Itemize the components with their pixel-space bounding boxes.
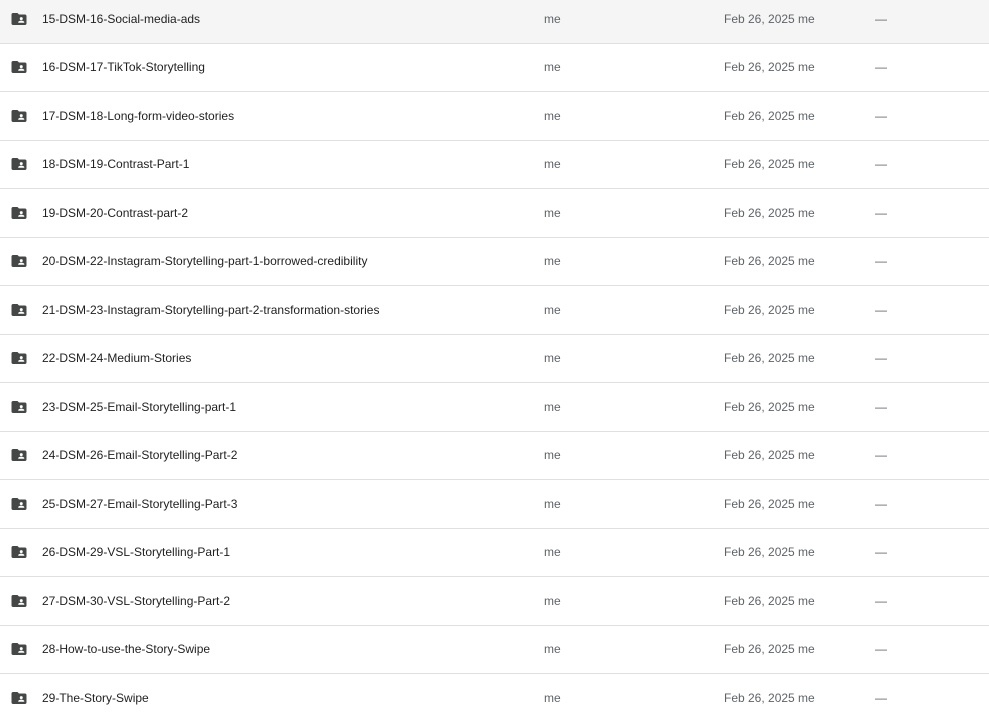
file-name[interactable]: 22-DSM-24-Medium-Stories xyxy=(42,335,191,383)
file-last-modified: Feb 26, 2025 me xyxy=(724,448,815,463)
file-owner: me xyxy=(544,60,561,75)
file-size: — xyxy=(875,302,887,317)
shared-folder-icon xyxy=(10,286,28,334)
file-owner: me xyxy=(544,351,561,366)
file-size: — xyxy=(875,690,887,705)
shared-folder-icon xyxy=(10,0,28,43)
file-row[interactable]: 22-DSM-24-Medium-Stories me Feb 26, 2025 m… xyxy=(0,335,989,383)
file-size: — xyxy=(875,399,887,414)
file-row[interactable]: 19-DSM-20-Contrast-part-2 me Feb 26, 2025 … xyxy=(0,189,989,238)
file-last-modified: Feb 26, 2025 me xyxy=(724,399,815,414)
file-size: — xyxy=(875,545,887,560)
file-last-modified: Feb 26, 2025 me xyxy=(724,108,815,123)
file-owner: me xyxy=(544,545,561,560)
file-last-modified: Feb 26, 2025 me xyxy=(724,11,815,26)
file-owner: me xyxy=(544,642,561,657)
file-owner: me xyxy=(544,593,561,608)
file-row[interactable]: 18-DSM-19-Contrast-Part-1 me Feb 26, 2025 … xyxy=(0,141,989,189)
file-last-modified: Feb 26, 2025 me xyxy=(724,642,815,657)
file-owner: me xyxy=(544,205,561,220)
file-name[interactable]: 17-DSM-18-Long-form-video-stories xyxy=(42,92,234,140)
shared-folder-icon xyxy=(10,141,28,189)
file-last-modified: Feb 26, 2025 me xyxy=(724,205,815,220)
file-last-modified: Feb 26, 2025 me xyxy=(724,254,815,269)
file-row[interactable]: 26-DSM-29-VSL-Storytelling-Part-1 me Feb 2… xyxy=(0,529,989,577)
shared-folder-icon xyxy=(10,238,28,286)
file-name[interactable]: 20-DSM-22-Instagram-Storytelling-part-1-… xyxy=(42,238,367,286)
shared-folder-icon xyxy=(10,529,28,577)
shared-folder-icon xyxy=(10,626,28,674)
file-owner: me xyxy=(544,399,561,414)
shared-folder-icon xyxy=(10,189,28,237)
file-row[interactable]: 23-DSM-25-Email-Storytelling-part-1 me Feb… xyxy=(0,383,989,432)
file-owner: me xyxy=(544,108,561,123)
file-owner: me xyxy=(544,302,561,317)
file-size: — xyxy=(875,60,887,75)
file-name[interactable]: 19-DSM-20-Contrast-part-2 xyxy=(42,189,188,237)
file-row[interactable]: 27-DSM-30-VSL-Storytelling-Part-2 me Feb 2… xyxy=(0,577,989,626)
shared-folder-icon xyxy=(10,674,28,714)
file-name[interactable]: 15-DSM-16-Social-media-ads xyxy=(42,0,200,43)
file-size: — xyxy=(875,351,887,366)
shared-folder-icon xyxy=(10,44,28,92)
file-last-modified: Feb 26, 2025 me xyxy=(724,351,815,366)
shared-folder-icon xyxy=(10,577,28,625)
file-size: — xyxy=(875,448,887,463)
shared-folder-icon xyxy=(10,92,28,140)
file-size: — xyxy=(875,642,887,657)
file-row[interactable]: 29-The-Story-Swipe me Feb 26, 2025 me — xyxy=(0,674,989,714)
file-last-modified: Feb 26, 2025 me xyxy=(724,545,815,560)
file-row[interactable]: 24-DSM-26-Email-Storytelling-Part-2 me Feb… xyxy=(0,432,989,480)
file-name[interactable]: 26-DSM-29-VSL-Storytelling-Part-1 xyxy=(42,529,230,577)
file-size: — xyxy=(875,593,887,608)
file-owner: me xyxy=(544,448,561,463)
file-last-modified: Feb 26, 2025 me xyxy=(724,60,815,75)
file-owner: me xyxy=(544,496,561,511)
shared-folder-icon xyxy=(10,383,28,431)
file-last-modified: Feb 26, 2025 me xyxy=(724,302,815,317)
file-size: — xyxy=(875,157,887,172)
file-size: — xyxy=(875,496,887,511)
file-last-modified: Feb 26, 2025 me xyxy=(724,157,815,172)
file-name[interactable]: 29-The-Story-Swipe xyxy=(42,674,149,714)
file-name[interactable]: 21-DSM-23-Instagram-Storytelling-part-2-… xyxy=(42,286,379,334)
shared-folder-icon xyxy=(10,335,28,383)
file-name[interactable]: 16-DSM-17-TikTok-Storytelling xyxy=(42,44,205,92)
file-size: — xyxy=(875,205,887,220)
file-size: — xyxy=(875,108,887,123)
file-name[interactable]: 23-DSM-25-Email-Storytelling-part-1 xyxy=(42,383,236,431)
file-row[interactable]: 15-DSM-16-Social-media-ads me Feb 26, 2025… xyxy=(0,0,989,44)
file-row[interactable]: 17-DSM-18-Long-form-video-stories me Feb 2… xyxy=(0,92,989,141)
file-size: — xyxy=(875,254,887,269)
file-owner: me xyxy=(544,157,561,172)
shared-folder-icon xyxy=(10,480,28,528)
file-name[interactable]: 27-DSM-30-VSL-Storytelling-Part-2 xyxy=(42,577,230,625)
file-last-modified: Feb 26, 2025 me xyxy=(724,690,815,705)
file-owner: me xyxy=(544,690,561,705)
file-row[interactable]: 25-DSM-27-Email-Storytelling-Part-3 me Feb… xyxy=(0,480,989,529)
file-name[interactable]: 25-DSM-27-Email-Storytelling-Part-3 xyxy=(42,480,237,528)
file-row[interactable]: 28-How-to-use-the-Story-Swipe me Feb 26, 2… xyxy=(0,626,989,674)
file-owner: me xyxy=(544,254,561,269)
file-row[interactable]: 21-DSM-23-Instagram-Storytelling-part-2-… xyxy=(0,286,989,335)
file-row[interactable]: 20-DSM-22-Instagram-Storytelling-part-1-… xyxy=(0,238,989,286)
file-last-modified: Feb 26, 2025 me xyxy=(724,496,815,511)
file-row[interactable]: 16-DSM-17-TikTok-Storytelling me Feb 26, 2… xyxy=(0,44,989,92)
file-list: 15-DSM-16-Social-media-ads me Feb 26, 2025… xyxy=(0,0,989,714)
file-name[interactable]: 28-How-to-use-the-Story-Swipe xyxy=(42,626,210,674)
file-owner: me xyxy=(544,11,561,26)
file-name[interactable]: 24-DSM-26-Email-Storytelling-Part-2 xyxy=(42,432,237,480)
file-name[interactable]: 18-DSM-19-Contrast-Part-1 xyxy=(42,141,189,189)
file-last-modified: Feb 26, 2025 me xyxy=(724,593,815,608)
file-size: — xyxy=(875,11,887,26)
shared-folder-icon xyxy=(10,432,28,480)
